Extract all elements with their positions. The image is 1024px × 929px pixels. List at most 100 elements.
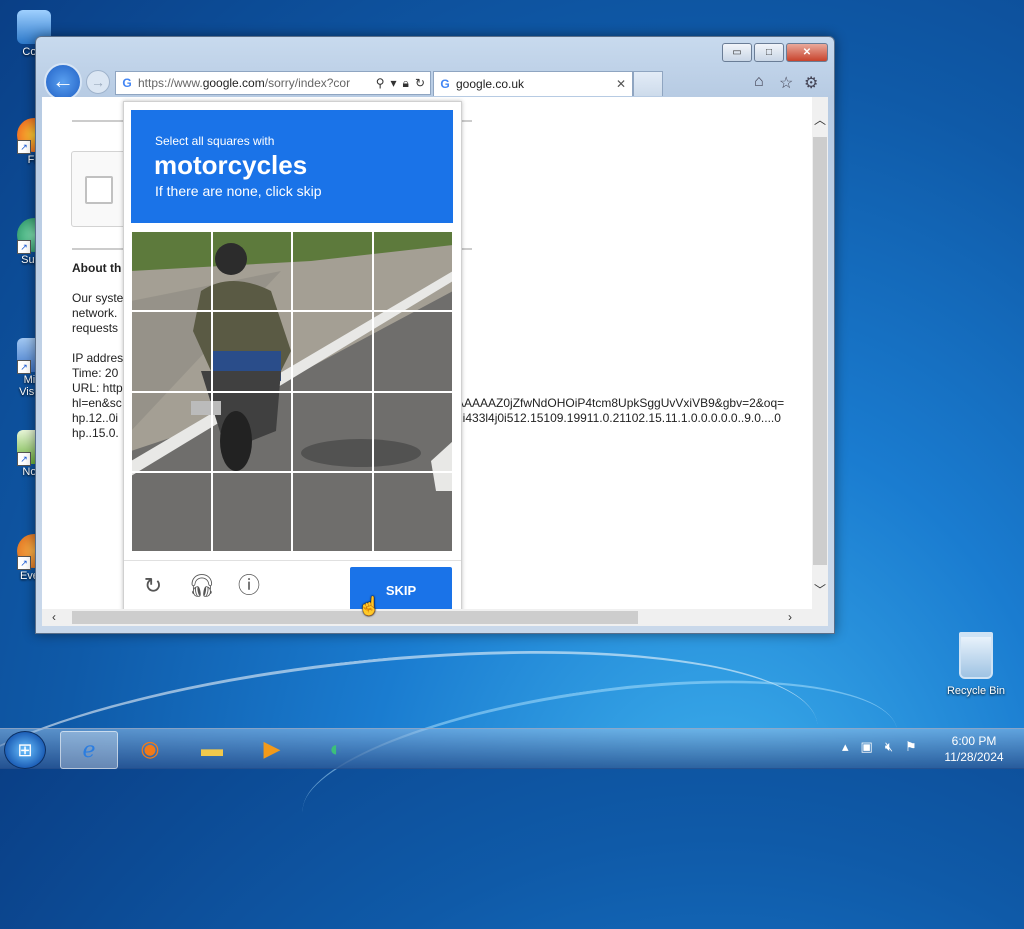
body-text: requests (72, 321, 119, 335)
reload-icon[interactable]: ↻ (140, 573, 166, 599)
google-favicon-icon: G (122, 76, 132, 90)
desktop-icon-label: Recycle Bin (946, 685, 1006, 697)
google-favicon-icon: G (440, 77, 450, 91)
time-text: Time: 20 (72, 366, 119, 380)
address-tools: ⚲ ▾ 🔒︎ ↻ (371, 76, 430, 91)
taskbar: ⊞ ℯ ◉ ▬ ▶ ◐ ▴ ▣ 🔇︎ ⚑ 6:00 PM 11/28/2024 (0, 728, 1024, 769)
internet-explorer-icon: ℯ (82, 737, 96, 762)
address-url[interactable]: https://www.google.com/sorry/index?cor (138, 76, 371, 90)
captcha-tile[interactable] (292, 391, 373, 472)
url-text: 2i433l4j0i512.15109.19911.0.21102.15.11.… (456, 411, 781, 425)
url-prefix: https://www. (138, 76, 203, 90)
search-icon[interactable]: ⚲ (376, 76, 385, 91)
captcha-tile[interactable] (131, 231, 212, 312)
challenge-hint: If there are none, click skip (155, 183, 322, 199)
about-heading: About th (72, 261, 122, 275)
scroll-up-icon[interactable]: ︿ (812, 111, 828, 128)
forward-button[interactable]: → (86, 70, 110, 94)
taskbar-app[interactable]: ◐ (308, 731, 364, 767)
page-content: About th Our syste network. requests IP … (42, 97, 812, 609)
show-hidden-icons-icon[interactable]: ▴ (842, 739, 849, 755)
windows-logo-icon: ⊞ (17, 740, 33, 760)
url-text: AAAAAZ0jZfwNdOHOiP4tcm8UpkSggUvVxiVB9&gb… (456, 396, 785, 410)
media-player-icon: ▶ (263, 736, 281, 761)
arrow-left-icon: ← (52, 68, 74, 93)
firefox-icon: ◉ (140, 736, 160, 761)
url-text: hp..15.0. (72, 426, 119, 440)
taskbar-internet-explorer[interactable]: ℯ (60, 731, 118, 769)
dropdown-icon[interactable]: ▾ (391, 76, 397, 91)
url-text: hp.12..0i (72, 411, 119, 425)
desktop-icon-recycle-bin[interactable]: Recycle Bin (944, 632, 1008, 697)
new-tab-button[interactable] (633, 71, 663, 96)
challenge-image-grid (131, 231, 453, 552)
audio-icon[interactable]: 🎧︎ (188, 573, 216, 599)
captcha-tile[interactable] (372, 231, 453, 312)
horizontal-scrollbar[interactable]: ‹ › (42, 609, 812, 626)
clock-time: 6:00 PM (951, 734, 997, 748)
recaptcha-checkbox[interactable] (85, 176, 113, 204)
captcha-tile[interactable] (292, 231, 373, 312)
favorites-star-icon[interactable]: ☆ (779, 73, 793, 93)
scroll-thumb[interactable] (813, 137, 827, 565)
url-text: hl=en&sc (72, 396, 122, 410)
challenge-target: motorcycles (154, 150, 308, 180)
minimize-button[interactable]: ▭ (722, 43, 752, 62)
start-button[interactable]: ⊞ (4, 731, 46, 769)
network-icon[interactable]: ▣ (861, 739, 873, 755)
scroll-left-icon[interactable]: ‹ (52, 610, 56, 624)
home-icon[interactable]: ⌂ (754, 73, 764, 91)
maximize-button[interactable]: □ (754, 43, 784, 62)
url-domain: google.com (202, 76, 265, 90)
arrow-right-icon: → (91, 74, 105, 90)
scroll-down-icon[interactable]: ﹀ (812, 581, 828, 598)
hand-cursor-icon: ☝ (358, 596, 381, 616)
captcha-tile[interactable] (211, 231, 292, 312)
system-tray: ▴ ▣ 🔇︎ ⚑ (842, 739, 917, 755)
taskbar-file-explorer[interactable]: ▬ (184, 731, 240, 767)
action-center-flag-icon[interactable]: ⚑ (905, 739, 917, 755)
clock[interactable]: 6:00 PM 11/28/2024 (930, 733, 1018, 765)
address-bar[interactable]: G https://www.google.com/sorry/index?cor… (115, 71, 431, 95)
vertical-scrollbar[interactable]: ︿ ﹀ (812, 97, 828, 609)
tab-google[interactable]: G google.co.uk ✕ (433, 71, 633, 96)
tab-title: google.co.uk (456, 77, 525, 91)
captcha-tile[interactable] (372, 391, 453, 472)
url-path: /sorry/index?cor (264, 76, 351, 90)
challenge-instruction: Select all squares with (155, 134, 275, 148)
captcha-tile[interactable] (211, 311, 292, 392)
scroll-right-icon[interactable]: › (788, 610, 792, 624)
browser-window: ▭ □ ✕ ← → G https://www.google.com/sorry… (35, 36, 835, 634)
captcha-tile[interactable] (372, 471, 453, 552)
taskbar-media-player[interactable]: ▶ (244, 731, 300, 767)
captcha-tile[interactable] (211, 471, 292, 552)
app-icon: ◐ (329, 736, 343, 761)
refresh-icon[interactable]: ↻ (415, 76, 425, 91)
captcha-tile[interactable] (131, 311, 212, 392)
lock-icon[interactable]: 🔒︎ (403, 76, 409, 91)
scroll-thumb[interactable] (72, 611, 638, 624)
tab-close-icon[interactable]: ✕ (616, 77, 626, 91)
volume-muted-icon[interactable]: 🔇︎ (885, 739, 893, 755)
captcha-tile[interactable] (131, 391, 212, 472)
challenge-footer: ↻ 🎧︎ ⓘ SKIP (124, 560, 461, 609)
url-text: URL: http (72, 381, 123, 395)
close-button[interactable]: ✕ (786, 43, 828, 62)
captcha-tile[interactable] (211, 391, 292, 472)
captcha-tile[interactable] (131, 471, 212, 552)
body-text: network. (72, 306, 118, 320)
folder-icon: ▬ (201, 736, 223, 761)
info-icon[interactable]: ⓘ (236, 573, 262, 599)
challenge-header: Select all squares with motorcycles If t… (131, 110, 453, 223)
clock-date: 11/28/2024 (944, 750, 1004, 764)
back-button[interactable]: ← (44, 63, 82, 101)
settings-gear-icon[interactable]: ⚙ (804, 73, 818, 93)
captcha-tile[interactable] (292, 311, 373, 392)
body-text: Our syste (72, 291, 124, 305)
ip-text: IP addres (72, 351, 124, 365)
captcha-tile[interactable] (292, 471, 373, 552)
taskbar-firefox[interactable]: ◉ (122, 731, 178, 767)
recaptcha-challenge: Select all squares with motorcycles If t… (123, 101, 462, 609)
captcha-tile[interactable] (372, 311, 453, 392)
recycle-bin-icon (959, 632, 993, 679)
